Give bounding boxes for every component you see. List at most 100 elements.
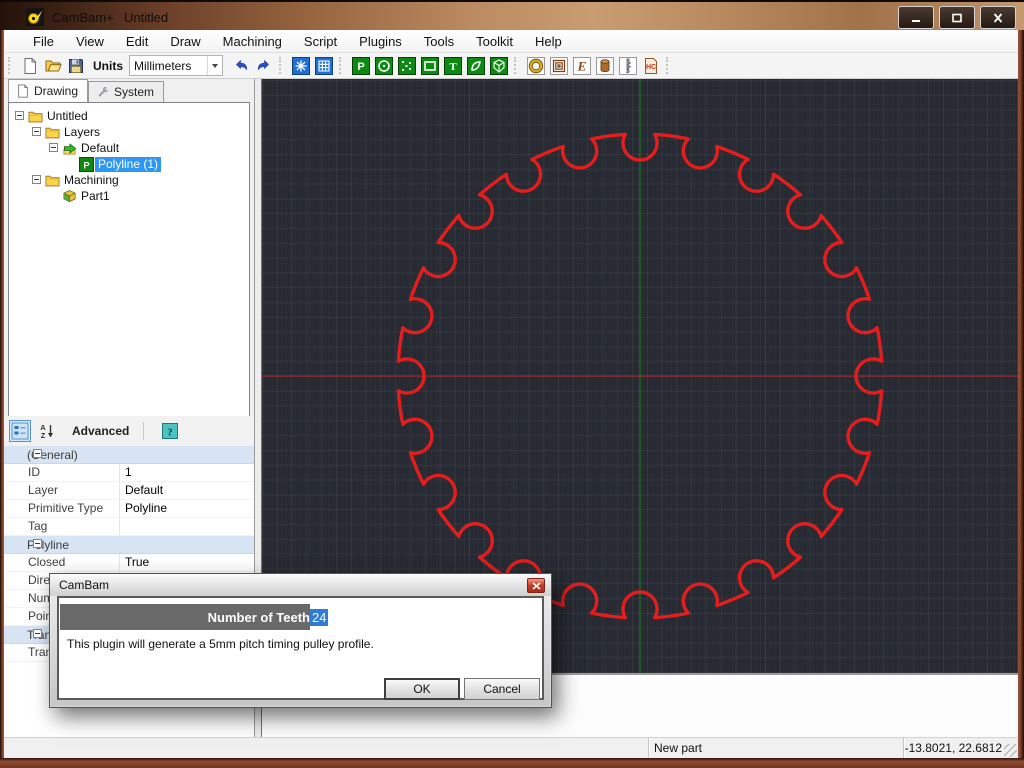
alphabetical-sort-button[interactable]: AZ	[36, 420, 58, 442]
status-left	[4, 738, 648, 758]
titlebar[interactable]: CamBam+ Untitled	[0, 0, 1024, 30]
toolbar-grip	[339, 57, 344, 74]
resize-grip[interactable]	[1004, 744, 1017, 757]
dialog-close-button[interactable]	[527, 578, 545, 593]
units-value: Millimeters	[134, 59, 191, 73]
draw-text-button[interactable]: T	[442, 55, 463, 76]
property-row-primitive-type[interactable]: Primitive TypePolyline	[4, 500, 254, 518]
property-row-closed[interactable]: ClosedTrue	[4, 554, 254, 572]
open-file-button[interactable]	[42, 55, 63, 76]
draw-surface-button[interactable]	[488, 55, 509, 76]
dialog-content: Number of Teeth 24 This plugin will gene…	[57, 596, 544, 700]
app-logo-icon	[26, 8, 44, 26]
window-frame-bottom	[0, 758, 1024, 768]
close-button[interactable]	[980, 6, 1016, 29]
tab-drawing[interactable]: Drawing	[8, 79, 88, 102]
mop-profile-icon	[527, 57, 545, 75]
property-row-id[interactable]: ID1	[4, 464, 254, 482]
redo-button[interactable]	[253, 55, 274, 76]
main-toolbar: UnitsMillimetersPTEHC	[4, 53, 1018, 79]
advanced-button[interactable]: Advanced	[72, 424, 129, 438]
ok-button[interactable]: OK	[384, 678, 460, 700]
tree-expander[interactable]	[15, 111, 24, 120]
gcode-button[interactable]: HC	[640, 55, 661, 76]
engrave-mop-button[interactable]: E	[571, 55, 592, 76]
property-section-general[interactable]: (General)	[4, 446, 254, 464]
tree-item-label: Untitled	[44, 109, 91, 124]
menu-tools[interactable]: Tools	[413, 31, 465, 52]
property-label: Primitive Type	[4, 500, 120, 517]
draw-arc-button[interactable]	[465, 55, 486, 76]
tree-expander[interactable]	[32, 175, 41, 184]
tab-label: System	[114, 85, 154, 99]
property-row-layer[interactable]: LayerDefault	[4, 482, 254, 500]
tab-system[interactable]: System	[88, 81, 164, 102]
wrench-icon	[96, 85, 110, 99]
drill-mop-button[interactable]	[617, 55, 638, 76]
snap-point-button[interactable]	[290, 55, 311, 76]
toolbar-grip	[8, 57, 13, 74]
section-expander[interactable]	[33, 629, 42, 638]
maximize-button[interactable]	[939, 6, 975, 29]
draw-polyline-button[interactable]: P	[350, 55, 371, 76]
menu-toolkit[interactable]: Toolkit	[465, 31, 524, 52]
status-part: New part	[648, 738, 903, 758]
categorized-view-button[interactable]	[9, 420, 31, 442]
property-row-tag[interactable]: Tag	[4, 518, 254, 536]
mop-drill-icon	[619, 57, 637, 75]
toolbar-grip	[279, 57, 284, 74]
tree-item-layers[interactable]: Layers	[9, 124, 249, 140]
menu-help[interactable]: Help	[524, 31, 573, 52]
teeth-input[interactable]: 24	[310, 604, 541, 630]
undo-button[interactable]	[230, 55, 251, 76]
dialog-titlebar[interactable]: CamBam	[50, 574, 551, 596]
menu-file[interactable]: File	[22, 31, 65, 52]
tree-item-polyline-1-[interactable]: PPolyline (1)	[9, 156, 249, 172]
part-icon	[62, 189, 77, 204]
property-section-polyline[interactable]: Polyline	[4, 536, 254, 554]
tree-item-label: Default	[78, 141, 122, 156]
property-value	[120, 518, 254, 535]
menu-edit[interactable]: Edit	[115, 31, 159, 52]
tree-item-part1[interactable]: Part1	[9, 188, 249, 204]
snap-grid-button[interactable]	[313, 55, 334, 76]
menu-script[interactable]: Script	[293, 31, 348, 52]
menu-draw[interactable]: Draw	[159, 31, 211, 52]
tree-item-untitled[interactable]: Untitled	[9, 108, 249, 124]
draw-points-button[interactable]	[396, 55, 417, 76]
cancel-button[interactable]: Cancel	[464, 678, 540, 700]
tree-item-default[interactable]: Default	[9, 140, 249, 156]
help-button[interactable]: ?	[159, 420, 181, 442]
teeth-field-row: Number of Teeth 24	[60, 604, 541, 630]
svg-text:T: T	[449, 61, 457, 73]
draw-surface-icon	[490, 57, 508, 75]
mop-lathe-icon	[596, 57, 614, 75]
lathe-mop-button[interactable]	[594, 55, 615, 76]
draw-rectangle-button[interactable]	[419, 55, 440, 76]
tree-expander[interactable]	[49, 143, 58, 152]
save-button[interactable]	[65, 55, 86, 76]
draw-circle-button[interactable]	[373, 55, 394, 76]
pocket-mop-button[interactable]	[548, 55, 569, 76]
tree-item-machining[interactable]: Machining	[9, 172, 249, 188]
tree-expander[interactable]	[32, 127, 41, 136]
new-file-button[interactable]	[19, 55, 40, 76]
folder-icon	[45, 173, 60, 188]
section-expander[interactable]	[33, 449, 42, 458]
draw-circle-icon	[375, 57, 393, 75]
dialog-message: This plugin will generate a 5mm pitch ti…	[67, 637, 374, 651]
statusbar: New part -13.8021, 22.6812	[4, 737, 1018, 758]
minimize-button[interactable]	[898, 6, 934, 29]
menu-plugins[interactable]: Plugins	[348, 31, 413, 52]
section-expander[interactable]	[33, 539, 42, 548]
teeth-field-label: Number of Teeth	[60, 604, 310, 630]
property-label: ID	[4, 464, 120, 481]
units-select[interactable]: Millimeters	[129, 55, 223, 76]
tree-item-label: Machining	[61, 173, 122, 188]
svg-text:?: ?	[168, 427, 174, 439]
dialog-title: CamBam	[59, 578, 109, 592]
document-title: Untitled	[124, 10, 168, 25]
profile-mop-button[interactable]	[525, 55, 546, 76]
menu-view[interactable]: View	[65, 31, 115, 52]
menu-machining[interactable]: Machining	[212, 31, 293, 52]
